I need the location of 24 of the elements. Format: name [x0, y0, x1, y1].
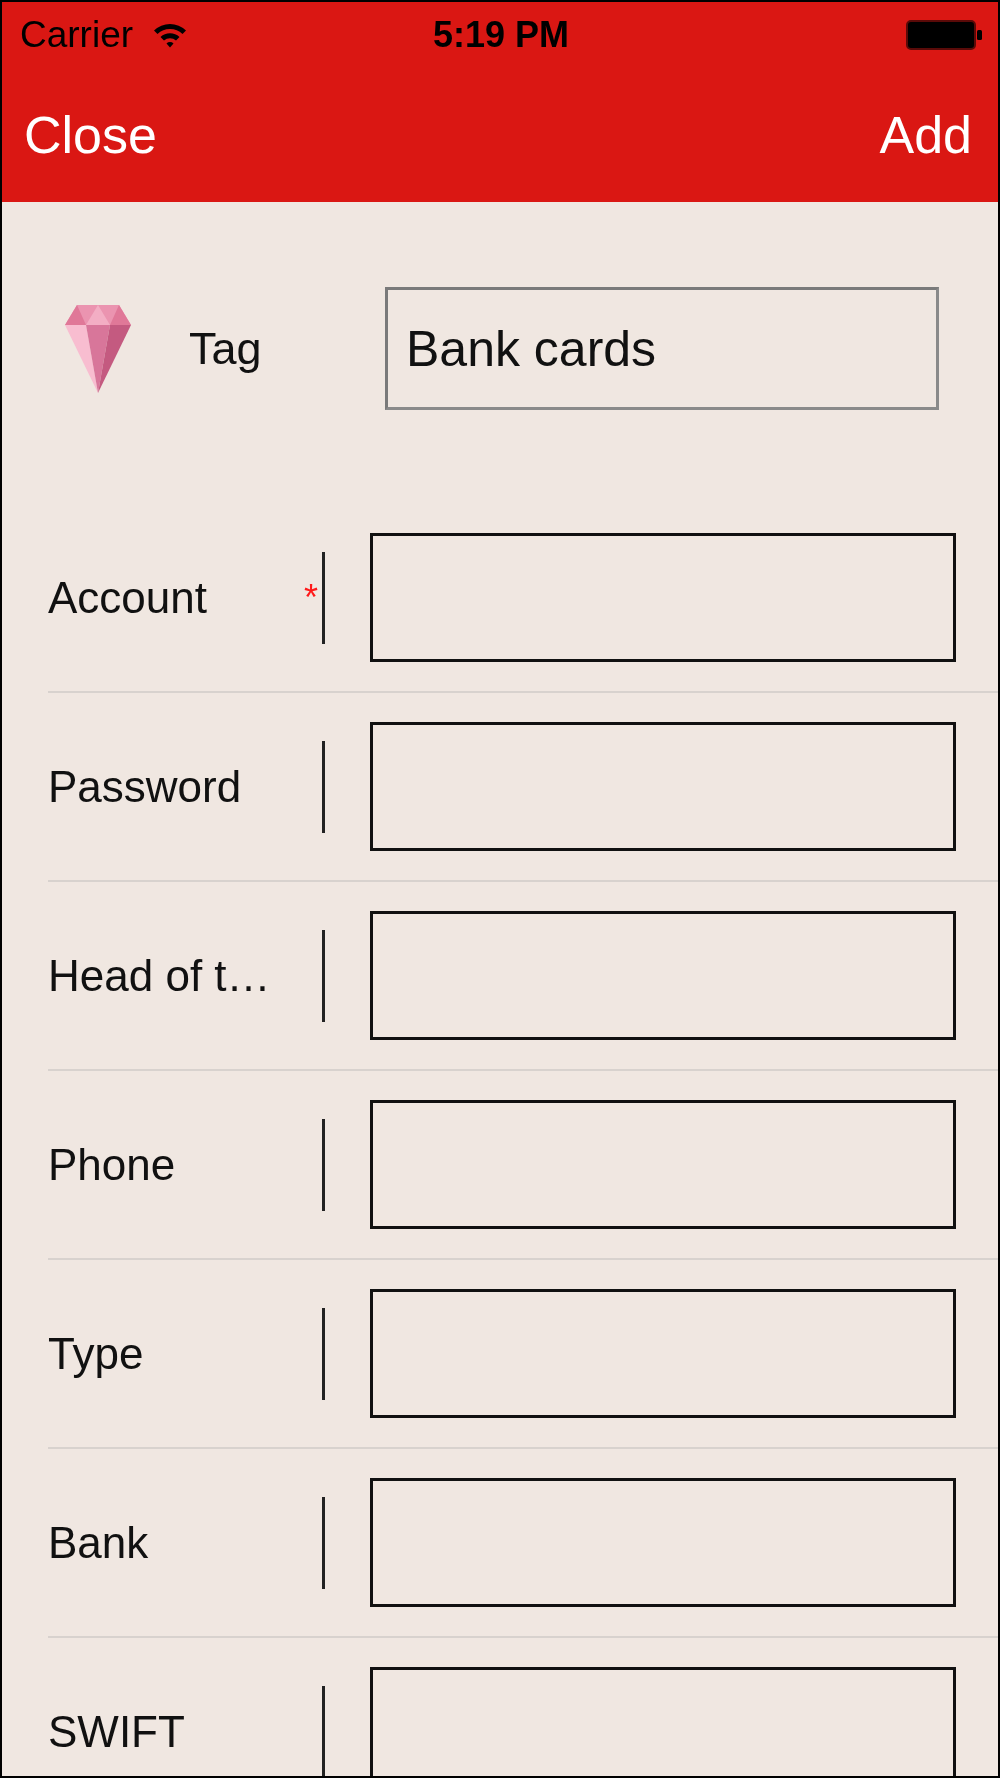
- input-field[interactable]: [370, 1478, 956, 1607]
- field-label: Password: [48, 761, 242, 812]
- input-field[interactable]: [370, 1667, 956, 1776]
- field-label: SWIFT: [48, 1706, 185, 1757]
- battery-icon: [906, 20, 982, 50]
- input-field[interactable]: [370, 722, 956, 851]
- carrier-name: Carrier: [20, 14, 134, 56]
- input-field[interactable]: [370, 533, 956, 662]
- input-field[interactable]: [370, 911, 956, 1040]
- input-field[interactable]: [370, 1289, 956, 1418]
- field-label: Account: [48, 572, 207, 623]
- field-label: Type: [48, 1328, 144, 1379]
- tag-field[interactable]: Bank cards: [385, 287, 939, 410]
- field-label: Phone: [48, 1139, 176, 1190]
- field-label: Bank: [48, 1517, 149, 1568]
- input-field[interactable]: [370, 1100, 956, 1229]
- add-button[interactable]: Add: [879, 105, 972, 165]
- wifi-icon: [153, 22, 188, 48]
- required-mark: *: [304, 579, 318, 616]
- field-label: Head of t…: [48, 950, 271, 1001]
- status-time: 5:19 PM: [432, 14, 570, 56]
- tag-label: Tag: [189, 322, 263, 375]
- close-button[interactable]: Close: [24, 105, 157, 165]
- diamond-icon: [65, 304, 131, 393]
